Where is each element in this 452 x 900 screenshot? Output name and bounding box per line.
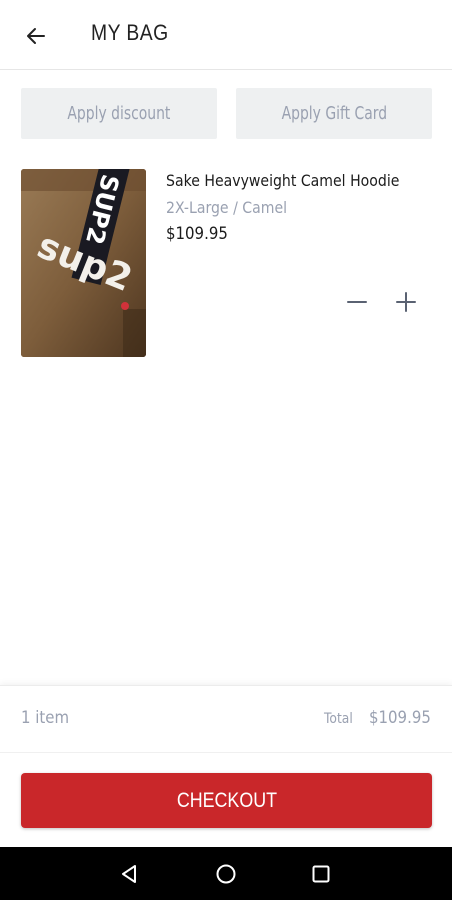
total-label: Total [324,711,353,727]
order-summary: 1 item Total $109.95 [0,685,452,752]
hoodie-photo: SUP2 sup2 [21,169,146,357]
checkout-button[interactable]: CHECKOUT [21,773,432,828]
increase-quantity-button[interactable] [391,287,421,317]
product-name[interactable]: Sake Heavyweight Camel Hoodie [166,171,399,190]
nav-recents-icon [312,865,330,883]
nav-home-button[interactable] [211,859,241,889]
product-variant: 2X-Large / Camel [166,198,288,217]
minus-icon [347,301,367,303]
page-title: MY BAG [91,20,169,45]
nav-recents-button[interactable] [306,859,336,889]
product-image[interactable]: SUP2 sup2 [21,169,146,357]
arrow-left-icon [27,28,45,44]
decrease-quantity-button[interactable] [342,287,372,317]
apply-discount-label: Apply discount [67,103,171,124]
nav-back-button[interactable] [114,859,144,889]
apply-gift-card-button[interactable]: Apply Gift Card [236,88,432,139]
item-count: 1 item [21,708,70,728]
nav-home-icon [216,864,236,884]
total-value: $109.95 [369,708,431,728]
system-nav-bar [0,847,452,900]
product-price: $109.95 [166,224,228,244]
checkout-area: CHECKOUT [0,752,452,847]
back-button[interactable] [16,16,56,56]
apply-gift-card-label: Apply Gift Card [281,103,387,124]
checkout-label: CHECKOUT [176,788,277,812]
top-bar: MY BAG [0,0,452,70]
nav-back-icon [122,865,136,883]
plus-icon [396,292,416,312]
apply-discount-button[interactable]: Apply discount [21,88,217,139]
